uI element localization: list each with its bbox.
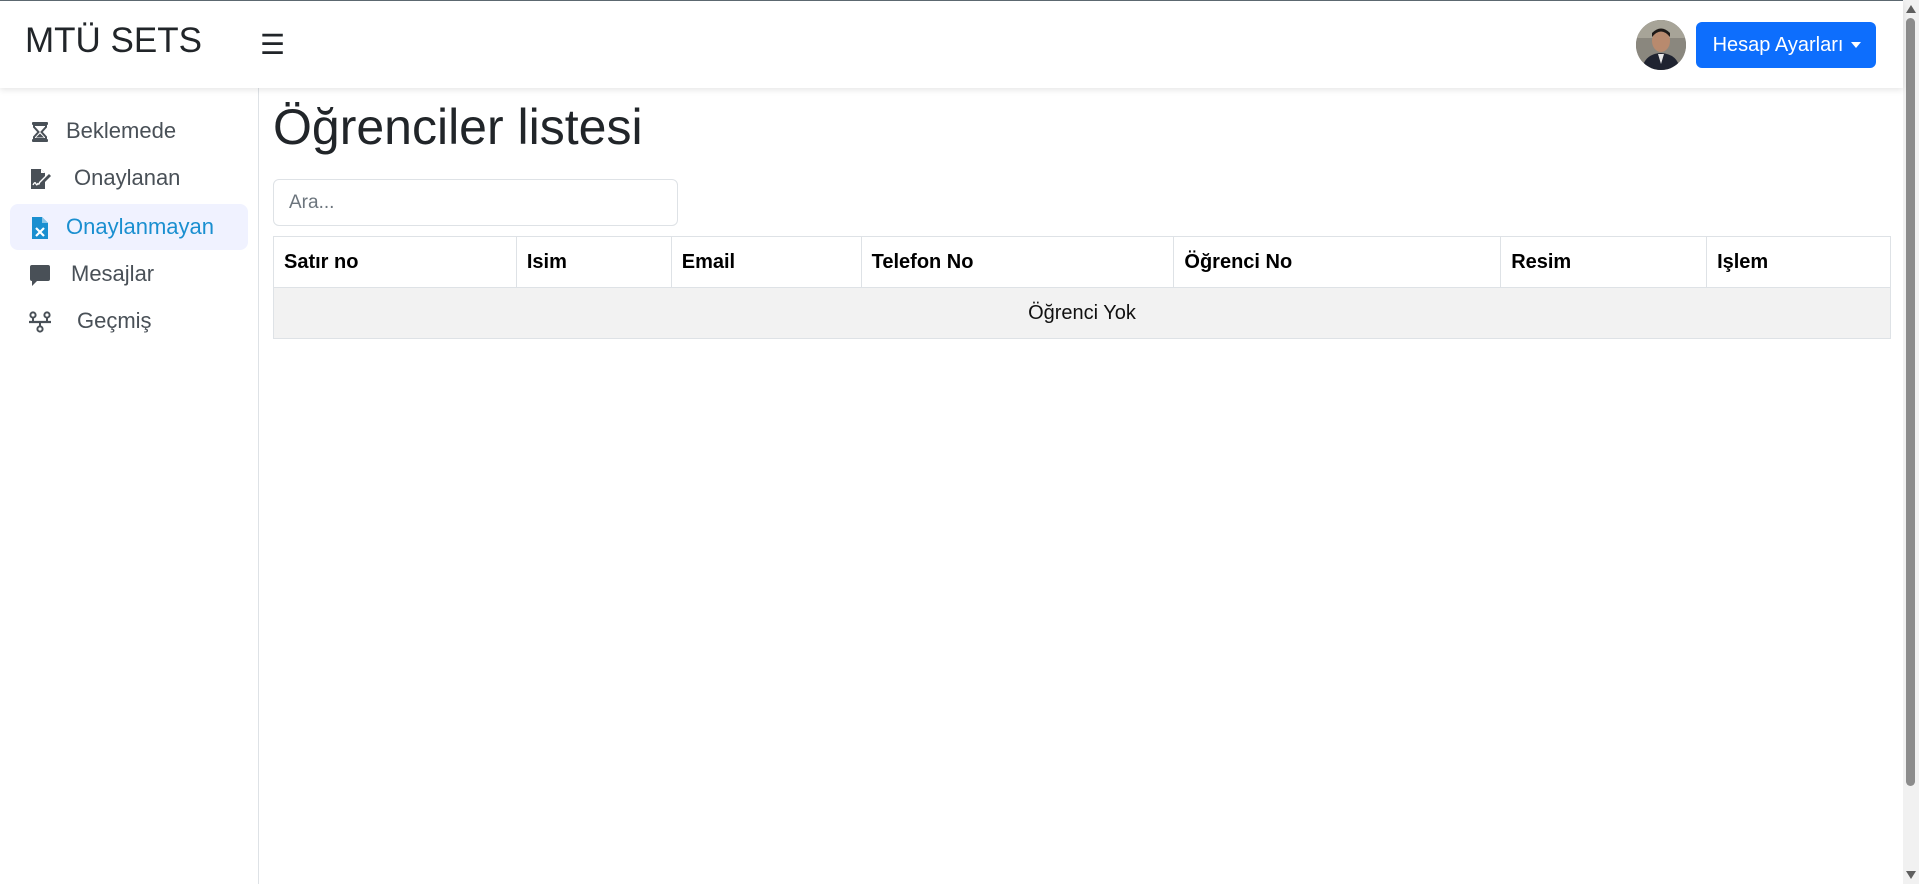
account-settings-button[interactable]: Hesap Ayarları (1696, 22, 1876, 68)
column-header-student-number[interactable]: Öğrenci No (1173, 236, 1502, 288)
sidebar-item-beklemede[interactable]: Beklemede (10, 108, 248, 154)
file-excel-icon (32, 217, 48, 239)
sidebar-item-label: Mesajlar (71, 261, 155, 286)
scroll-down-arrow-icon[interactable] (1906, 871, 1916, 879)
message-icon (30, 265, 50, 286)
sidebar-item-mesajlar[interactable]: Mesajlar (10, 251, 248, 297)
menu-toggle-icon[interactable]: ☰ (260, 31, 285, 59)
sidebar-item-onaylanan[interactable]: Onaylanan (10, 155, 248, 201)
column-header-name[interactable]: Isim (515, 236, 672, 288)
file-signature-icon (31, 169, 51, 189)
caret-down-icon (1851, 42, 1862, 48)
hourglass-icon (32, 122, 48, 142)
top-navbar: MTÜ SETS ☰ Hesap Ayarları (0, 1, 1903, 88)
table-header-row: Satır no Isim Email Telefon No Öğrenci N… (273, 236, 1891, 288)
avatar[interactable] (1636, 20, 1686, 70)
scrollbar-thumb[interactable] (1906, 18, 1915, 786)
sidebar: Beklemede Onaylanan Onaylanmayan Mesajla… (0, 88, 259, 884)
scroll-up-arrow-icon[interactable] (1906, 5, 1916, 13)
sidebar-item-gecmis[interactable]: Geçmiş (10, 298, 248, 344)
main-content: Öğrenciler listesi Satır no Isim Email T… (259, 88, 1903, 884)
table-row: Öğrenci Yok (273, 287, 1891, 339)
sidebar-item-label: Onaylanan (74, 165, 181, 190)
students-table: Satır no Isim Email Telefon No Öğrenci N… (273, 236, 1891, 339)
column-header-action[interactable]: Işlem (1706, 236, 1891, 288)
timeline-icon (29, 311, 51, 333)
app-brand[interactable]: MTÜ SETS (25, 21, 202, 61)
sidebar-item-label: Onaylanmayan (66, 214, 214, 239)
column-header-phone[interactable]: Telefon No (860, 236, 1175, 288)
column-header-row-number[interactable]: Satır no (273, 236, 517, 288)
sidebar-item-label: Geçmiş (77, 308, 152, 333)
column-header-photo[interactable]: Resim (1500, 236, 1708, 288)
empty-table-message: Öğrenci Yok (273, 287, 1891, 339)
vertical-scrollbar[interactable] (1903, 0, 1919, 884)
user-avatar-image (1636, 20, 1686, 70)
column-header-email[interactable]: Email (670, 236, 862, 288)
sidebar-item-onaylanmayan[interactable]: Onaylanmayan (10, 204, 248, 250)
sidebar-item-label: Beklemede (66, 118, 177, 143)
account-settings-label: Hesap Ayarları (1712, 33, 1844, 56)
search-input[interactable] (273, 179, 678, 226)
page-title: Öğrenciler listesi (273, 99, 643, 155)
